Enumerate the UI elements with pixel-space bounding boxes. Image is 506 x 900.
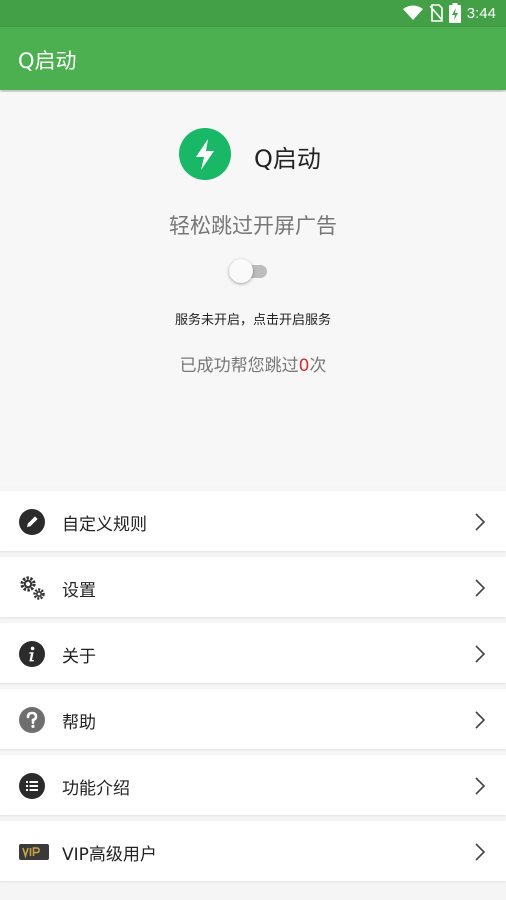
info-icon xyxy=(18,640,46,668)
wifi-icon xyxy=(402,5,423,21)
menu-item-label: 自定义规则 xyxy=(62,515,147,535)
menu-item-settings[interactable]: 设置 xyxy=(0,557,506,617)
menu-item-label: 关于 xyxy=(62,647,96,667)
menu-item-vip[interactable]: VIP高级用户 xyxy=(0,821,506,881)
no-sim-icon xyxy=(429,4,443,22)
pencil-icon xyxy=(18,508,46,536)
service-status-text[interactable]: 服务未开启，点击开启服务 xyxy=(0,309,506,328)
menu-item-help[interactable]: 帮助 xyxy=(0,689,506,749)
gears-icon xyxy=(18,574,46,602)
toggle-thumb xyxy=(229,259,253,283)
menu-item-about[interactable]: 关于 xyxy=(0,623,506,683)
service-toggle[interactable] xyxy=(229,259,269,283)
skip-count-prefix: 已成功帮您跳过 xyxy=(179,356,299,376)
menu-item-label: VIP高级用户 xyxy=(62,845,157,865)
status-time: 3:44 xyxy=(466,4,496,22)
menu-item-label: 功能介绍 xyxy=(62,779,130,799)
menu-item-custom-rules[interactable]: 自定义规则 xyxy=(0,491,506,551)
chevron-right-icon xyxy=(474,512,486,532)
list-icon xyxy=(18,772,46,800)
skip-count-text: 已成功帮您跳过0次 xyxy=(0,351,506,376)
hero-section: Q启动 轻松跳过开屏广告 服务未开启，点击开启服务 已成功帮您跳过0次 xyxy=(0,92,506,487)
lightning-bolt-icon xyxy=(196,139,214,170)
chevron-right-icon xyxy=(474,710,486,730)
menu-item-label: 设置 xyxy=(62,581,96,601)
question-icon xyxy=(18,706,46,734)
app-logo xyxy=(179,128,231,180)
app-bar-title: Q启动 xyxy=(18,49,77,73)
app-bar: Q启动 xyxy=(0,27,506,90)
slogan: 轻松跳过开屏广告 xyxy=(169,214,337,238)
skip-count-number: 0 xyxy=(298,356,310,376)
menu-item-features[interactable]: 功能介绍 xyxy=(0,755,506,815)
status-icons: 3:44 xyxy=(402,3,496,23)
chevron-right-icon xyxy=(474,776,486,796)
battery-charging-icon xyxy=(448,3,461,23)
chevron-right-icon xyxy=(474,842,486,862)
vip-icon xyxy=(18,838,49,866)
app-name: Q启动 xyxy=(254,145,321,173)
menu-item-label: 帮助 xyxy=(62,713,96,733)
chevron-right-icon xyxy=(474,644,486,664)
chevron-right-icon xyxy=(474,578,486,598)
skip-count-suffix: 次 xyxy=(309,356,327,376)
status-bar: 3:44 xyxy=(0,0,506,27)
